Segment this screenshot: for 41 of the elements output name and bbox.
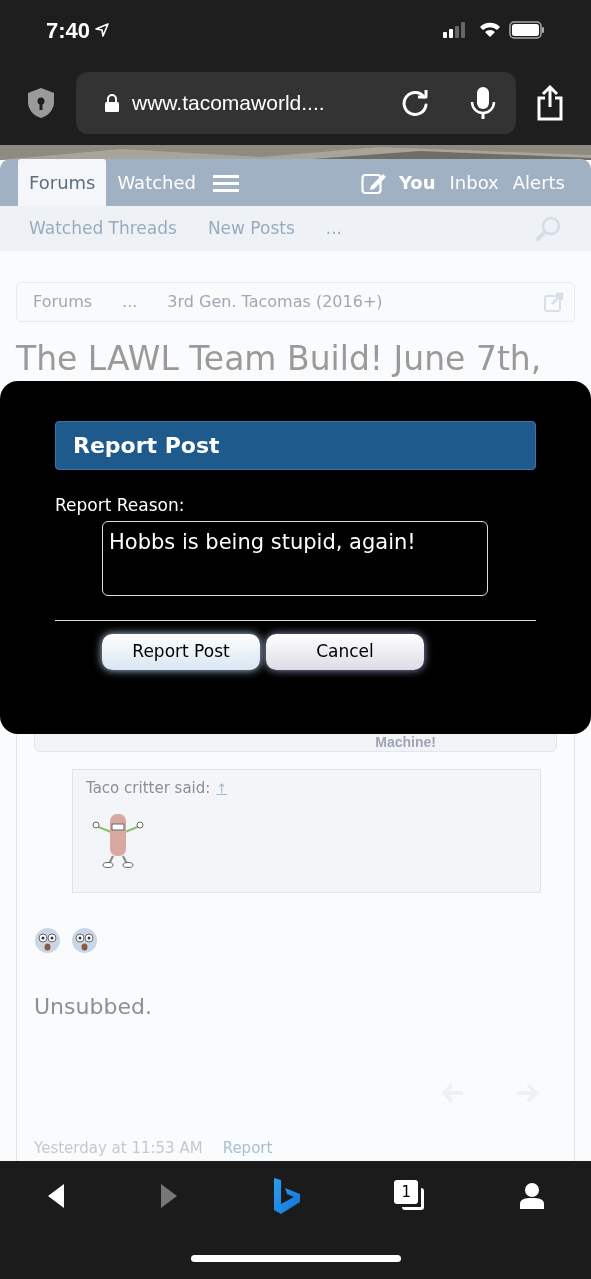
profile-icon[interactable] [519,1182,545,1210]
dancing-figure-icon [91,811,145,868]
reload-icon[interactable] [400,87,430,118]
dialog-title: Report Post [55,421,536,470]
breadcrumb-link[interactable]: 3rd Gen. Tacomas (2016+) [167,290,383,314]
thread-title: The LAWL Team Build! June 7th, [16,338,543,380]
signature-text: Machine! [375,733,436,751]
subnav-link[interactable]: New Posts [207,215,295,242]
subnav-link[interactable]: ... [325,215,343,242]
nav-tab[interactable]: Watched [106,159,207,206]
location-arrow-icon [94,22,111,38]
quote-link[interactable]: ↑ [216,778,228,798]
quote-author: Taco critter said: [86,778,211,799]
bing-logo-icon[interactable] [271,1176,302,1216]
dialog-button[interactable]: Report Post [102,634,260,670]
shocked-emoji-icon [71,927,98,954]
nav-tab[interactable]: Forums [18,159,107,206]
post-body: Unsubbed. [34,993,153,1021]
address-bar[interactable]: www.tacomaworld.... [76,71,516,134]
lock-icon [104,92,120,113]
dialog-button[interactable]: Cancel [266,634,424,670]
battery-icon [509,21,545,39]
field-label: Report Reason: [55,494,186,516]
wifi-icon [479,22,501,38]
report-link[interactable]: Report [222,1139,273,1157]
share-icon[interactable] [536,84,564,121]
microphone-icon[interactable] [470,85,496,120]
subnav-link[interactable]: Watched Threads [29,215,177,242]
status-time: 7:40 [46,16,91,45]
shocked-emoji-icon [34,927,61,954]
nav-link[interactable]: Inbox [449,169,499,196]
breadcrumb-link[interactable]: Forums [33,290,93,314]
signal-icon [443,22,467,38]
url-text: www.tacomaworld.... [132,89,325,116]
reason-field[interactable]: Hobbs is being stupid, again! [102,521,488,596]
shield-icon[interactable] [26,86,56,119]
back-icon[interactable] [46,1182,66,1210]
nav-link[interactable]: You [398,169,436,196]
nav-link[interactable]: Alerts [512,169,565,196]
forward-icon[interactable] [158,1182,179,1210]
breadcrumb-link[interactable]: ... [122,290,138,314]
